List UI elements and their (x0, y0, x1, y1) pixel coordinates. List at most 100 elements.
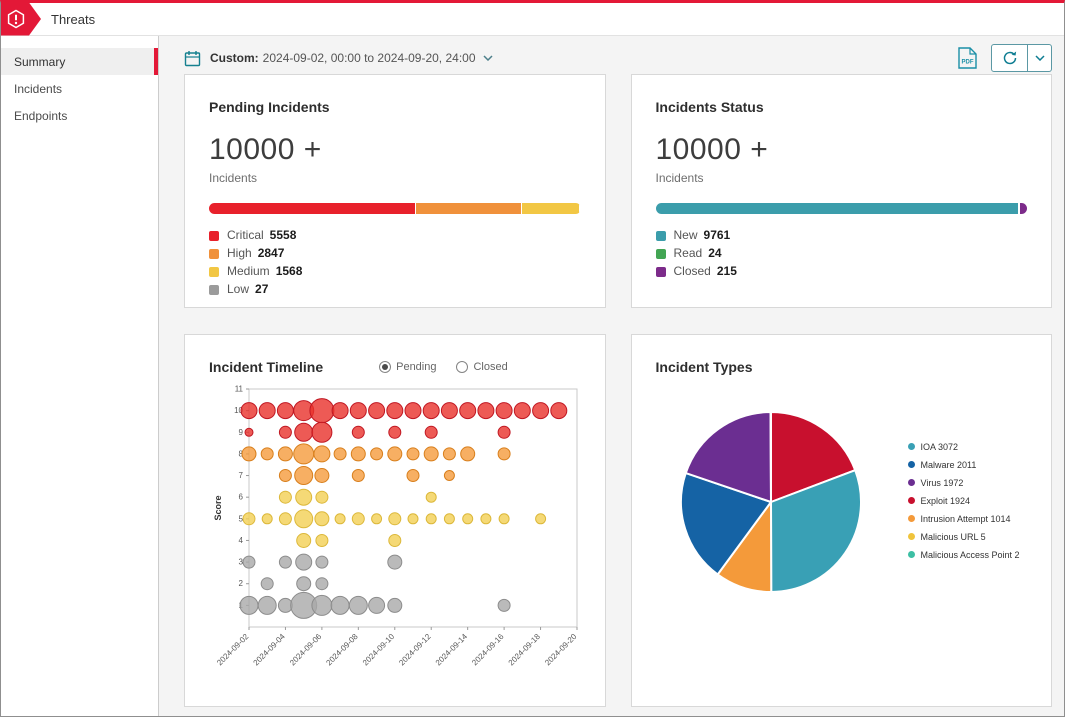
refresh-split-button[interactable] (991, 44, 1052, 72)
radio-unselected-icon (456, 361, 468, 373)
toolbar-actions: PDF (958, 44, 1052, 72)
svg-text:2: 2 (239, 579, 244, 588)
pie-legend-item-malicious-access-point: Malicious Access Point 2 (908, 550, 1020, 560)
legend-value: 2847 (258, 248, 285, 259)
refresh-dropdown-button[interactable] (1027, 45, 1051, 71)
legend-swatch (209, 249, 219, 259)
incidents-status-stacked-bar (656, 203, 1028, 214)
svg-text:6: 6 (239, 493, 244, 502)
pie-legend-label: IOA 3072 (921, 442, 959, 452)
bar-segment-critical (209, 203, 415, 214)
legend-label: Low (227, 284, 249, 295)
pie-legend-label: Exploit 1924 (921, 496, 971, 506)
pie-legend-item-exploit: Exploit 1924 (908, 496, 1020, 506)
pie-legend-item-malicious-url: Malicious URL 5 (908, 532, 1020, 542)
incidents-status-legend: New 9761 Read24 Closed 215 (656, 230, 1028, 277)
legend-value: 27 (255, 284, 268, 295)
toolbar: Custom: 2024-09-02, 00:00 to 2024-09-20,… (159, 36, 1064, 74)
legend-item-critical: Critical5558 (209, 230, 581, 241)
cards-grid: Pending Incidents 10000 + Incidents Crit… (159, 74, 1064, 717)
pie-legend-label: Malicious URL 5 (921, 532, 986, 542)
pending-incidents-legend: Critical5558 High 2847 Medium1568 Low 27 (209, 230, 581, 295)
incident-timeline-title: Incident Timeline (209, 359, 323, 375)
legend-label: High (227, 248, 252, 259)
sidebar-item-summary[interactable]: Summary (1, 48, 158, 75)
svg-text:2024-09-18: 2024-09-18 (507, 632, 543, 668)
svg-text:7: 7 (239, 471, 244, 480)
timeline-filter-group: Pending Closed (379, 361, 508, 373)
legend-item-medium: Medium1568 (209, 266, 581, 277)
pie-legend-marker (908, 533, 915, 540)
radio-closed[interactable]: Closed (456, 361, 507, 373)
svg-text:2024-09-04: 2024-09-04 (252, 632, 288, 668)
incident-timeline-card: Incident Timeline Pending Closed (184, 334, 606, 707)
bar-segment-new (656, 203, 1019, 214)
legend-item-high: High 2847 (209, 248, 581, 259)
incident-types-card: Incident Types IOA 3072Malware 2011Virus… (631, 334, 1053, 707)
pie-legend-marker (908, 461, 915, 468)
bar-segment-low (579, 203, 580, 214)
pending-incidents-unit: Incidents (209, 171, 581, 185)
svg-text:2024-09-14: 2024-09-14 (434, 632, 470, 668)
sidebar-item-incidents[interactable]: Incidents (1, 75, 158, 102)
hexagon-exclamation-icon (6, 9, 26, 29)
pie-legend-label: Malicious Access Point 2 (921, 550, 1020, 560)
date-range-picker[interactable]: Custom: 2024-09-02, 00:00 to 2024-09-20,… (184, 50, 493, 67)
legend-label: Closed (674, 266, 711, 277)
svg-text:2024-09-20: 2024-09-20 (543, 632, 579, 668)
incident-types-legend: IOA 3072Malware 2011Virus 1972Exploit 19… (908, 442, 1020, 568)
bar-segment-medium (521, 203, 579, 214)
legend-swatch (209, 231, 219, 241)
svg-text:2024-09-12: 2024-09-12 (397, 632, 433, 668)
legend-label: Critical (227, 230, 264, 241)
refresh-button[interactable] (992, 45, 1027, 71)
radio-selected-icon (379, 361, 391, 373)
incidents-status-card: Incidents Status 10000 + Incidents New97… (631, 74, 1053, 308)
pie-legend-item-virus: Virus 1972 (908, 478, 1020, 488)
pending-incidents-total: 10000 + (209, 133, 581, 167)
legend-value: 9761 (704, 230, 731, 241)
pdf-icon: PDF (958, 47, 977, 69)
radio-pending[interactable]: Pending (379, 361, 436, 373)
bar-segment-closed (1019, 203, 1027, 214)
incident-timeline-header: Incident Timeline Pending Closed (209, 359, 581, 375)
export-pdf-button[interactable]: PDF (958, 47, 977, 69)
legend-item-closed: Closed 215 (656, 266, 1028, 277)
legend-swatch (656, 231, 666, 241)
pending-incidents-card: Pending Incidents 10000 + Incidents Crit… (184, 74, 606, 308)
incident-types-title: Incident Types (656, 359, 1028, 375)
svg-text:2024-09-16: 2024-09-16 (470, 632, 506, 668)
legend-swatch (209, 267, 219, 277)
svg-text:Score: Score (213, 495, 223, 520)
incidents-status-total: 10000 + (656, 133, 1028, 167)
main-content: Custom: 2024-09-02, 00:00 to 2024-09-20,… (159, 36, 1064, 717)
radio-closed-label: Closed (473, 361, 507, 373)
legend-label: New (674, 230, 698, 241)
pending-incidents-stacked-bar (209, 203, 581, 214)
svg-text:9: 9 (239, 428, 244, 437)
sidebar-item-endpoints[interactable]: Endpoints (1, 102, 158, 129)
chevron-down-icon (483, 55, 493, 61)
pie-legend-marker (908, 497, 915, 504)
legend-value: 215 (717, 266, 737, 277)
legend-swatch (209, 285, 219, 295)
threats-warning-icon (1, 3, 41, 36)
legend-item-read: Read24 (656, 248, 1028, 259)
page-title: Threats (51, 12, 95, 27)
sidebar: Summary Incidents Endpoints (1, 36, 159, 717)
chevron-down-icon (1035, 55, 1045, 61)
refresh-icon (1002, 50, 1018, 66)
legend-swatch (656, 267, 666, 277)
pie-legend-item-ioa: IOA 3072 (908, 442, 1020, 452)
svg-text:2024-09-06: 2024-09-06 (288, 632, 324, 668)
date-range-value: 2024-09-02, 00:00 to 2024-09-20, 24:00 (263, 51, 476, 65)
svg-text:11: 11 (235, 385, 244, 394)
incident-types-pie-chart (678, 409, 864, 600)
legend-item-low: Low 27 (209, 284, 581, 295)
calendar-icon (184, 50, 201, 67)
svg-text:PDF: PDF (962, 60, 974, 66)
radio-pending-label: Pending (396, 361, 436, 373)
incidents-status-title: Incidents Status (656, 99, 1028, 115)
svg-text:2024-09-08: 2024-09-08 (324, 632, 360, 668)
legend-label: Medium (227, 266, 270, 277)
